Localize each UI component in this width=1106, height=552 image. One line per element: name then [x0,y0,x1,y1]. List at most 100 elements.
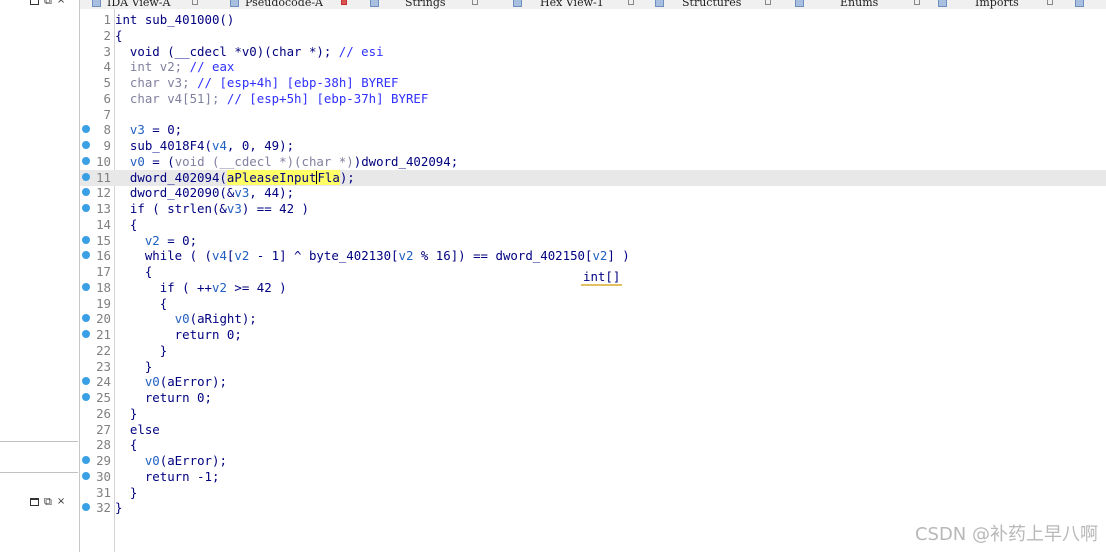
line-number: 5 [103,75,111,90]
code-text[interactable]: v3 = 0; [115,122,182,138]
line-number: 10 [96,153,111,169]
code-text[interactable]: { [115,264,152,280]
tab-close-icon[interactable] [341,0,348,5]
structures-icon [655,0,664,7]
tab-label: IDA View-A [107,0,171,9]
code-line[interactable]: 7 [80,107,1106,123]
tab-overflow[interactable] [1075,0,1084,9]
view-tab-bar: IDA View-A Pseudocode-A Strings Hex View… [80,0,1106,9]
code-line[interactable]: 29 v0(aError); [80,453,1106,469]
code-text[interactable]: void (__cdecl *v0)(char *); // esi [115,44,384,60]
code-line[interactable]: 5 char v3; // [esp+4h] [ebp-38h] BYREF [80,75,1106,91]
code-text[interactable]: } [115,500,122,516]
code-line[interactable]: 21 return 0; [80,327,1106,343]
code-line[interactable]: 19 { [80,296,1106,312]
code-text[interactable]: if ( strlen(&v3) == 42 ) [115,201,309,217]
code-text[interactable]: v0(aRight); [115,311,257,327]
code-line[interactable]: 15 v2 = 0; [80,233,1106,249]
code-text[interactable]: char v3; // [esp+4h] [ebp-38h] BYREF [115,75,399,91]
code-line[interactable]: 22 } [80,343,1106,359]
tab-strings[interactable]: Strings [370,0,478,9]
tab-close-icon[interactable] [1046,0,1053,5]
line-number: 7 [103,106,111,122]
tab-close-icon[interactable] [627,0,634,5]
line-number: 12 [96,185,111,201]
code-text[interactable]: while ( (v4[v2 - 1] ^ byte_402130[v2 % 1… [115,248,630,264]
code-text[interactable]: dword_402090(&v3, 44); [115,185,294,201]
code-text[interactable]: return 0; [115,327,242,343]
tab-enums[interactable]: Enums [795,0,921,9]
code-line[interactable]: 27 else [80,422,1106,438]
line-number: 6 [103,90,111,106]
code-text[interactable]: v2 = 0; [115,233,197,249]
code-text[interactable]: sub_4018F4(v4, 0, 49); [115,138,294,154]
code-text[interactable]: int v2; // eax [115,59,234,75]
line-number: 16 [96,248,111,264]
tab-close-icon[interactable] [765,0,772,5]
code-line[interactable]: 8 v3 = 0; [80,122,1106,138]
line-number: 19 [96,295,111,311]
tab-close-icon[interactable] [471,0,478,5]
code-line[interactable]: 13 if ( strlen(&v3) == 42 ) [80,201,1106,217]
pseudocode-icon [230,0,239,7]
code-text[interactable]: if ( ++v2 >= 42 ) [115,280,287,296]
code-text[interactable]: char v4[51]; // [esp+5h] [ebp-37h] BYREF [115,91,428,107]
code-text[interactable]: else [115,422,160,438]
code-text[interactable]: dword_402094(aPleaseInputFla); [115,169,355,186]
code-text[interactable]: } [115,485,137,501]
tab-ida-view-a[interactable]: IDA View-A [92,0,199,9]
code-text[interactable]: v0(aError); [115,453,227,469]
code-line[interactable]: 11 dword_402094(aPleaseInputFla); [80,169,1106,186]
maximize-icon[interactable] [30,0,39,5]
code-text[interactable]: { [115,217,137,233]
code-line[interactable]: 9 sub_4018F4(v4, 0, 49); [80,138,1106,154]
code-line[interactable]: 23 } [80,359,1106,375]
code-line[interactable]: 2{ [80,28,1106,44]
code-line[interactable]: 20 v0(aRight); [80,311,1106,327]
code-text[interactable]: } [115,359,152,375]
code-line[interactable]: 25 return 0; [80,390,1106,406]
code-line[interactable]: 30 return -1; [80,469,1106,485]
maximize-icon[interactable] [30,498,39,506]
code-text[interactable]: v0(aError); [115,374,227,390]
code-line[interactable]: 12 dword_402090(&v3, 44); [80,185,1106,201]
enums-icon [795,0,804,7]
code-text[interactable]: { [115,296,167,312]
tab-label: Imports [975,0,1019,9]
code-line[interactable]: 24 v0(aError); [80,374,1106,390]
code-text[interactable]: { [115,28,122,44]
tab-hex-view-1[interactable]: Hex View-1 [513,0,634,9]
code-line[interactable]: 28 { [80,437,1106,453]
code-line[interactable]: 1 int sub_401000() [80,12,1106,28]
tab-imports[interactable]: Imports [938,0,1053,9]
code-line[interactable]: 26 } [80,406,1106,422]
tab-close-icon[interactable] [192,0,199,5]
code-line[interactable]: 3 void (__cdecl *v0)(char *); // esi [80,44,1106,60]
code-line[interactable]: 31 } [80,485,1106,501]
code-text[interactable]: { [115,437,137,453]
code-line[interactable]: 4 int v2; // eax [80,59,1106,75]
code-text[interactable]: } [115,406,137,422]
line-number: 30 [96,468,111,484]
code-text[interactable]: v0 = (void (__cdecl *)(char *))dword_402… [115,154,458,170]
code-line[interactable]: 10 v0 = (void (__cdecl *)(char *))dword_… [80,154,1106,170]
code-line[interactable]: 6 char v4[51]; // [esp+5h] [ebp-37h] BYR… [80,91,1106,107]
code-line[interactable]: 32} [80,500,1106,516]
close-icon[interactable]: × [57,497,65,507]
tab-structures[interactable]: Structures [655,0,772,9]
code-line[interactable]: 14 { [80,217,1106,233]
close-icon[interactable]: × [57,0,65,6]
code-text[interactable]: return -1; [115,469,220,485]
code-text[interactable]: return 0; [115,390,212,406]
tab-label: Structures [682,0,742,9]
pseudocode-view[interactable]: 1 int sub_401000() 2{3 void (__cdecl *v0)(… [80,9,1106,552]
tab-label: Pseudocode-A [245,0,324,9]
code-text[interactable]: } [115,343,167,359]
tab-close-icon[interactable] [914,0,921,5]
tab-pseudocode-a[interactable]: Pseudocode-A [230,0,348,9]
left-dock-panel: ⧉ × ⧉ × [0,0,80,552]
restore-icon[interactable]: ⧉ [44,0,52,6]
restore-icon[interactable]: ⧉ [44,496,52,507]
code-text[interactable]: int sub_401000() [115,12,234,28]
code-line[interactable]: 16 while ( (v4[v2 - 1] ^ byte_402130[v2 … [80,248,1106,264]
